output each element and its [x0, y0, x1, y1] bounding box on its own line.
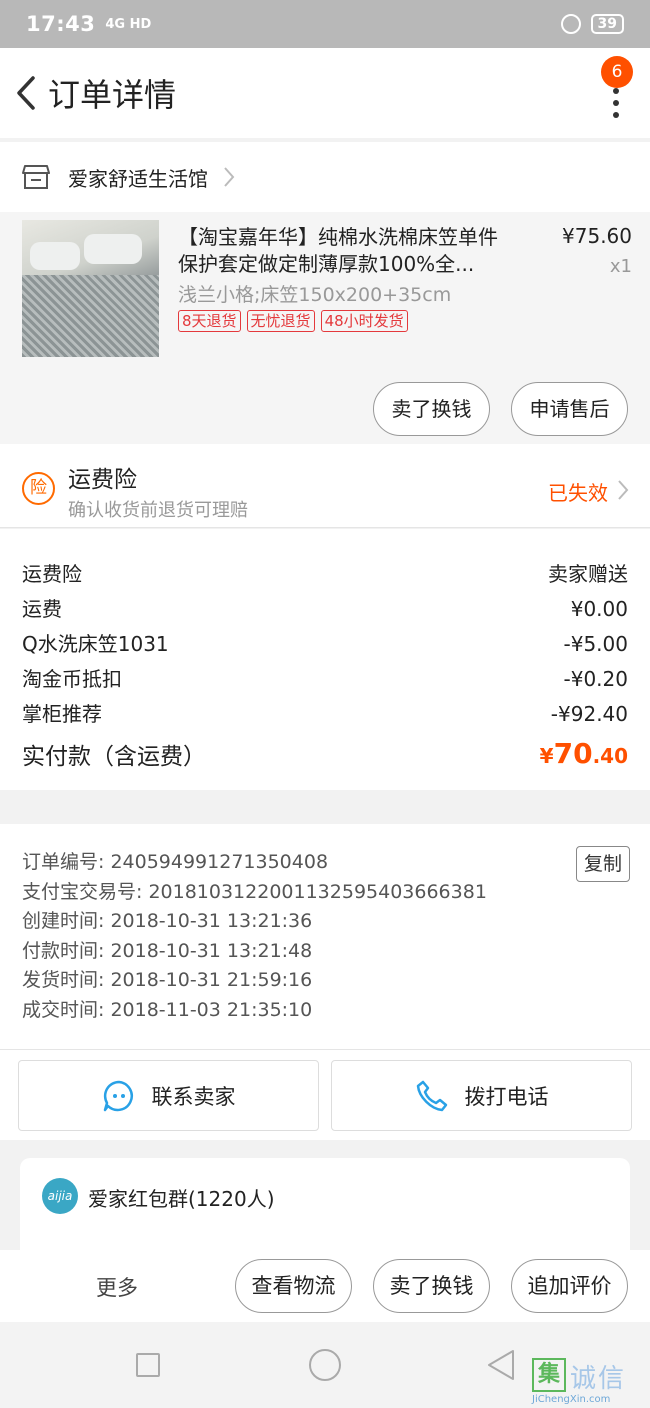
battery-icon: 39 — [590, 14, 624, 34]
cost-value: -¥92.40 — [550, 702, 628, 726]
total-integer: 70 — [553, 737, 593, 770]
status-time: 17:43 — [26, 12, 96, 36]
product-title: 【淘宝嘉年华】纯棉水洗棉床笠单件保护套定做定制薄厚款100%全... — [178, 225, 498, 276]
contact-seller-label: 联系卖家 — [151, 1084, 236, 1109]
shop-row[interactable]: 爱家舒适生活馆 — [0, 142, 650, 212]
watermark-url: JiChengXin.com — [532, 1394, 611, 1405]
group-avatar: aijia — [42, 1178, 78, 1214]
page-title: 订单详情 — [48, 76, 177, 114]
product-qty: x1 — [609, 256, 632, 277]
insurance-icon: 险 — [22, 472, 55, 505]
notification-badge: 6 — [601, 56, 633, 88]
shop-name: 爱家舒适生活馆 — [68, 166, 208, 191]
copy-button[interactable]: 复制 — [576, 846, 630, 882]
more-button[interactable]: 更多 — [96, 1272, 138, 1302]
total-amount: ¥70.40 — [540, 737, 628, 771]
lock-icon — [560, 14, 581, 34]
cost-value: -¥0.20 — [563, 667, 628, 691]
cost-summary: 运费险 卖家赠送 运费 ¥0.00 Q水洗床笠1031 -¥5.00 淘金币抵扣 -¥0… — [0, 529, 650, 790]
bottom-action-bar: 更多 查看物流 卖了换钱 追加评价 — [0, 1250, 650, 1322]
product-item[interactable]: 【淘宝嘉年华】纯棉水洗棉床笠单件保护套定做定制薄厚款100%全... 浅兰小格;… — [0, 212, 650, 444]
add-review-button[interactable]: 追加评价 — [511, 1259, 628, 1313]
tag-return-8days: 8天退货 — [178, 310, 241, 332]
call-phone-label: 拨打电话 — [464, 1084, 549, 1109]
paid-time: 付款时间: 2018-10-31 13:21:48 — [22, 939, 313, 962]
order-info: 订单编号: 240594991271350408 支付宝交易号: 2018103… — [0, 824, 650, 1050]
cost-value: ¥0.00 — [570, 597, 628, 621]
contact-seller-button[interactable]: 联系卖家 — [18, 1060, 319, 1131]
tag-48h-ship: 48小时发货 — [320, 310, 408, 332]
chat-bubble-icon — [103, 1080, 133, 1111]
cost-label: Q水洗床笠1031 — [22, 632, 169, 656]
product-tags: 8天退货 无忧退货 48小时发货 — [178, 310, 408, 332]
alipay-trade-number: 支付宝交易号: 2018103122001132595403666381 — [22, 880, 487, 903]
watermark-char: 集 — [532, 1358, 566, 1392]
product-sku: 浅兰小格;床笠150x200+35cm — [178, 284, 452, 306]
cost-label: 掌柜推荐 — [22, 702, 102, 726]
recent-apps-icon[interactable] — [136, 1353, 160, 1377]
group-name: 爱家红包群(1220人) — [88, 1187, 275, 1211]
shipping-insurance-row[interactable]: 险 运费险 确认收货前退货可理赔 已失效 — [0, 444, 650, 528]
more-menu-icon[interactable] — [612, 88, 620, 118]
product-image — [22, 220, 159, 357]
nav-bar: 订单详情 6 — [0, 48, 650, 138]
phone-icon — [416, 1080, 447, 1111]
total-row: 实付款（含运费） ¥70.40 — [22, 737, 628, 771]
view-logistics-button[interactable]: 查看物流 — [235, 1259, 352, 1313]
shop-icon — [22, 165, 50, 189]
status-bar: 17:43 4G HD 39 — [0, 0, 650, 48]
total-label: 实付款（含运费） — [22, 744, 206, 770]
home-icon[interactable] — [309, 1349, 341, 1381]
created-time: 创建时间: 2018-10-31 13:21:36 — [22, 910, 313, 932]
cost-label: 运费 — [22, 597, 62, 621]
cost-row: Q水洗床笠1031 -¥5.00 — [22, 627, 628, 662]
after-sale-button[interactable]: 申请售后 — [511, 382, 628, 436]
watermark-logo: 集 诚信 JiChengXin.com — [532, 1358, 640, 1406]
back-arrow-icon[interactable] — [4, 63, 48, 123]
chevron-right-icon — [224, 167, 235, 187]
shipped-time: 发货时间: 2018-10-31 21:59:16 — [22, 969, 313, 991]
total-decimal: .40 — [592, 744, 628, 768]
product-price: ¥75.60 — [562, 224, 632, 248]
tag-worry-free-return: 无忧退货 — [246, 310, 315, 332]
cost-row: 掌柜推荐 -¥92.40 — [22, 697, 628, 732]
cost-label: 淘金币抵扣 — [22, 667, 122, 691]
watermark-text: 诚信 — [570, 1364, 627, 1394]
sell-exchange-bottom-button[interactable]: 卖了换钱 — [373, 1259, 490, 1313]
insurance-title: 运费险 — [68, 467, 137, 493]
cost-row: 运费险 卖家赠送 — [22, 557, 628, 592]
order-number: 订单编号: 240594991271350408 — [22, 851, 329, 873]
cost-row: 运费 ¥0.00 — [22, 592, 628, 627]
contact-bar: 联系卖家 拨打电话 — [0, 1050, 650, 1140]
chevron-right-icon — [618, 480, 629, 500]
completed-time: 成交时间: 2018-11-03 21:35:10 — [22, 998, 313, 1021]
insurance-status: 已失效 — [548, 481, 608, 505]
cost-value: 卖家赠送 — [548, 562, 628, 586]
status-right: 39 — [560, 14, 624, 34]
sell-exchange-button[interactable]: 卖了换钱 — [373, 382, 490, 436]
signal-icon: 4G HD — [105, 16, 152, 32]
total-currency: ¥ — [539, 744, 554, 768]
cost-row: 淘金币抵扣 -¥0.20 — [22, 662, 628, 697]
cost-label: 运费险 — [22, 562, 82, 586]
system-back-icon[interactable] — [486, 1348, 516, 1382]
insurance-subtitle: 确认收货前退货可理赔 — [68, 500, 248, 521]
call-phone-button[interactable]: 拨打电话 — [331, 1060, 632, 1131]
cost-value: -¥5.00 — [563, 632, 628, 656]
